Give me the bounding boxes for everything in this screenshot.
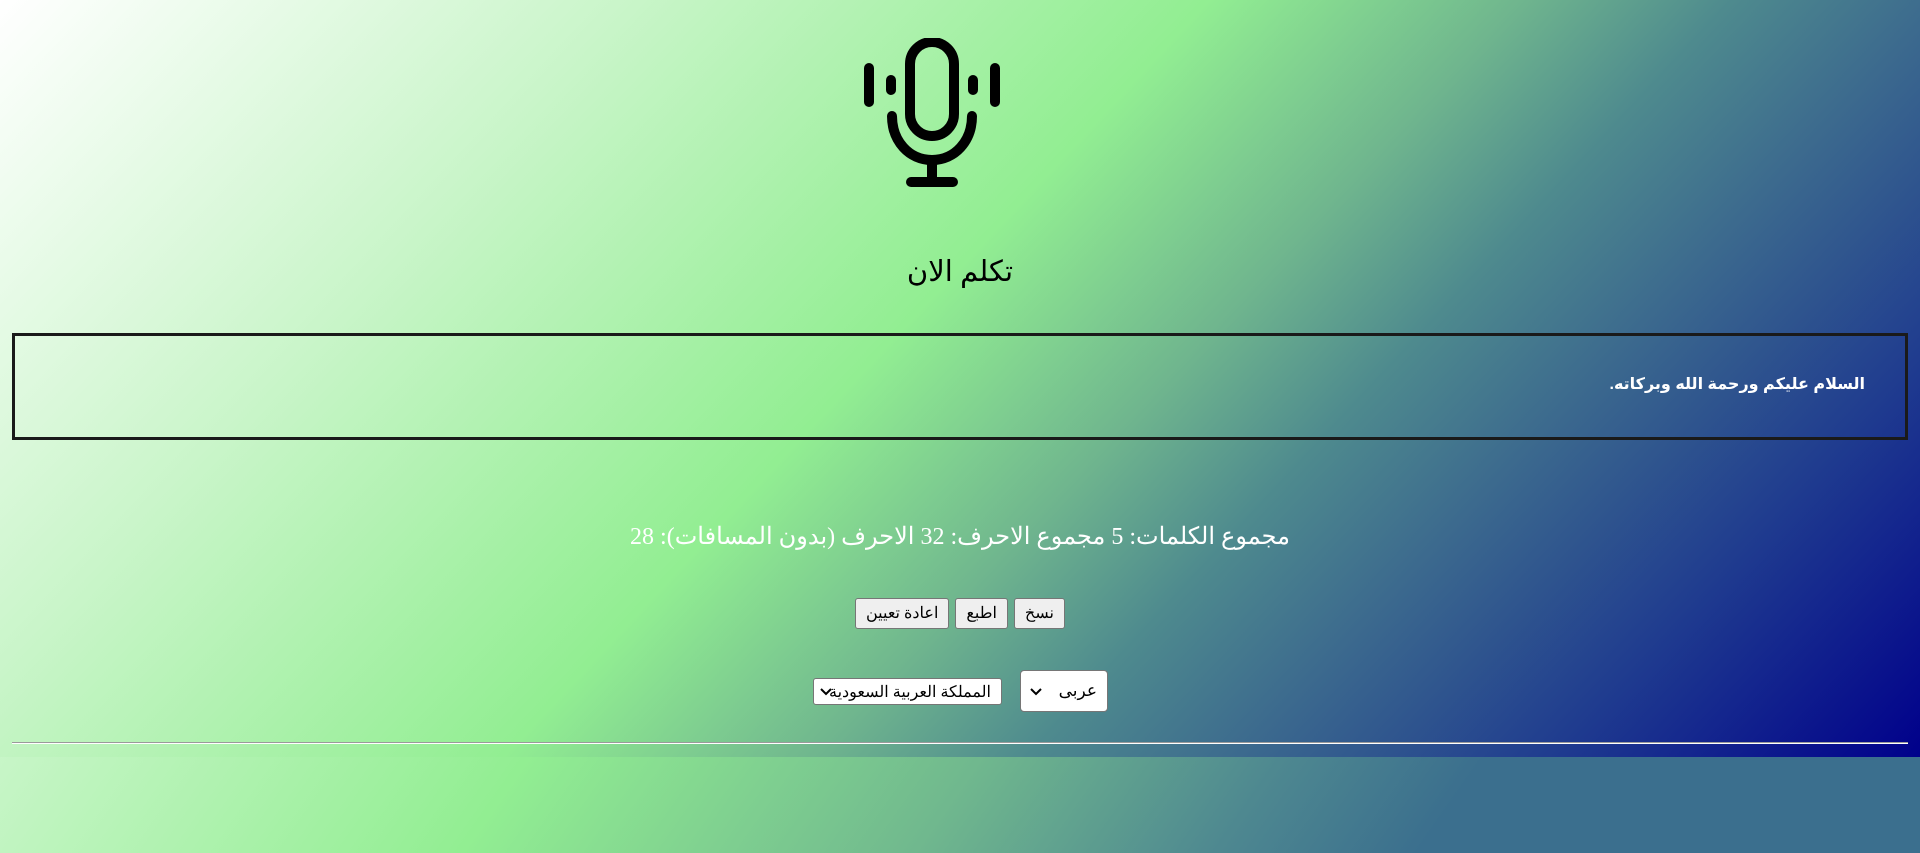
microphone-icon[interactable] xyxy=(864,38,1000,190)
language-select[interactable]: عربى xyxy=(1020,670,1108,712)
dialect-select-value: المملكة العربية السعودية xyxy=(829,684,991,701)
dialect-select[interactable]: المملكة العربية السعودية xyxy=(813,678,1002,705)
chevron-down-icon xyxy=(1030,688,1042,696)
page-background: تكلم الان السلام عليكم ورحمة الله وبركات… xyxy=(0,0,1920,757)
transcript-text: السلام عليكم ورحمة الله وبركاته. xyxy=(1609,376,1866,393)
divider xyxy=(12,742,1908,744)
action-buttons: نسخاطبعاعادة تعيين xyxy=(0,598,1920,629)
print-button[interactable]: اطبع xyxy=(955,598,1008,629)
word-char-stats: مجموع الكلمات: 5 مجموع الاحرف: 32 الاحرف… xyxy=(630,524,1290,550)
reset-button[interactable]: اعادة تعيين xyxy=(855,598,950,629)
speak-now-label: تكلم الان xyxy=(906,256,1014,288)
copy-button[interactable]: نسخ xyxy=(1013,598,1065,629)
language-select-value: عربى xyxy=(1058,681,1097,700)
transcript-box[interactable]: السلام عليكم ورحمة الله وبركاته. xyxy=(12,333,1908,440)
chevron-down-icon xyxy=(820,688,832,696)
